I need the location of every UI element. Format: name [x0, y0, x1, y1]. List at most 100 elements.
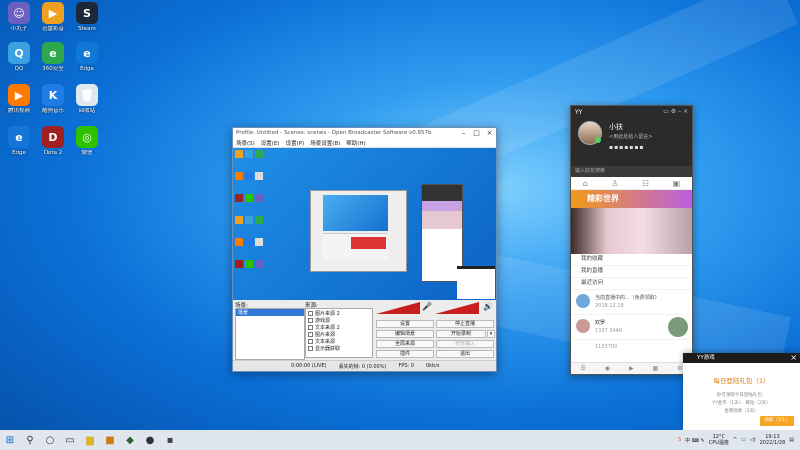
message-item[interactable]: 欢罗 1337 3446 — [571, 315, 692, 340]
source-checkbox[interactable] — [308, 311, 313, 316]
scenes-list[interactable]: 场景 — [235, 308, 305, 360]
video-icon[interactable]: ▶ — [629, 365, 634, 372]
sources-list[interactable]: 图片来源 2 游戏源 文本来源 2 图片来源 文本来源 显示器获取 — [305, 308, 373, 358]
list-item[interactable]: 我的直播 — [571, 266, 692, 278]
network-icon[interactable]: ▭ — [741, 437, 746, 443]
speaker-icon[interactable]: 🔊 — [483, 302, 493, 311]
desktop-icon[interactable]: e Edge — [2, 126, 36, 157]
desktop-icon[interactable]: e Edge — [70, 42, 104, 73]
claim-button[interactable]: 领取（1/1） — [760, 416, 794, 426]
search-icon[interactable]: ⚲ — [20, 430, 40, 450]
menu-item[interactable]: 设置(E) — [261, 139, 280, 147]
desktop-icon-label: 小丸子 — [10, 26, 28, 32]
username[interactable]: 小扶 — [609, 122, 623, 132]
source-item[interactable]: 图片来源 2 — [308, 310, 370, 317]
desktop-icon[interactable]: ◎ 微信 — [70, 126, 104, 157]
daily-login-popup[interactable]: YY游戏 × 每日登陆礼包（1） 你可领取今日登陆礼包： YY金币（1天）、黄钻… — [683, 353, 800, 430]
source-item[interactable]: 显示器获取 — [308, 345, 370, 352]
settings-icon[interactable]: ⚙ — [677, 365, 682, 372]
exit-button[interactable]: 退出 — [436, 350, 494, 358]
banner[interactable]: 精彩世界 — [571, 190, 692, 208]
menu-item[interactable]: 帮助(H) — [346, 139, 365, 147]
desktop-icon[interactable]: K 酷狗音乐 — [36, 84, 70, 115]
taskbar-app-icon[interactable]: ■ — [100, 430, 120, 450]
source-item[interactable]: 文本来源 2 — [308, 324, 370, 331]
source-item[interactable]: 游戏源 — [308, 317, 370, 324]
menu-item[interactable]: 场景设置(B) — [310, 139, 340, 147]
global-sources-button[interactable]: 全局来源 — [376, 340, 434, 348]
mic-volume-meter[interactable] — [376, 301, 421, 315]
edit-scene-button[interactable]: 编辑场景 — [376, 330, 434, 338]
search-input[interactable]: 输入好友搜索 — [571, 166, 692, 177]
signature[interactable]: <用此处给人留言> — [609, 133, 652, 140]
volume-icon[interactable]: ◁) — [750, 437, 756, 443]
plugins-button[interactable]: 插件 — [376, 350, 434, 358]
list-item[interactable]: 最近访问 — [571, 278, 692, 290]
close-icon[interactable]: × — [790, 353, 797, 363]
message-item[interactable]: 当前直播中的...（免费领取） 2018.12.18 — [571, 290, 692, 315]
source-item[interactable]: 图片来源 — [308, 331, 370, 338]
tab-recent-icon[interactable]: ▣ — [673, 179, 681, 188]
maximize-icon[interactable]: □ — [470, 129, 483, 137]
obs-titlebar[interactable]: Profile: Untitled - Scenes: scenes - Ope… — [233, 128, 496, 138]
message-item[interactable]: 1133700 — [571, 340, 692, 356]
message-text: 1133700 — [595, 344, 618, 350]
yy-window[interactable]: YY ▭ ⚙ – × 小扶 <用此处给人留言> ▪▪▪▪▪▪▪ 输入好友搜索 ⌂… — [570, 105, 693, 375]
source-checkbox[interactable] — [308, 318, 313, 323]
clock[interactable]: 19:13 2022/1/28 — [760, 434, 786, 446]
popup-title: 每日登陆礼包（1） — [713, 377, 770, 385]
stop-stream-button[interactable]: 停止直播 — [436, 320, 494, 328]
obs-preview[interactable] — [233, 148, 496, 300]
source-item[interactable]: 文本来源 — [308, 338, 370, 345]
desktop-icon[interactable]: e 360安全 — [36, 42, 70, 73]
weather-widget[interactable]: 12°C CPU温度 — [709, 434, 729, 446]
desktop-icon[interactable]: S Steam — [70, 2, 104, 33]
obs-window[interactable]: Profile: Untitled - Scenes: scenes - Ope… — [232, 127, 497, 372]
desktop-icon[interactable]: Q QQ — [2, 42, 36, 73]
menu-item[interactable]: 场景(S) — [236, 139, 255, 147]
tab-contacts-icon[interactable]: ♙ — [611, 179, 618, 188]
desktop-icon[interactable]: ☺ 小丸子 — [2, 2, 36, 33]
chevron-up-icon[interactable]: ^ — [733, 437, 737, 443]
cortana-icon[interactable]: ○ — [40, 430, 60, 450]
app-icon[interactable]: ▦ — [652, 365, 658, 372]
settings-button[interactable]: 设置 — [376, 320, 434, 328]
record-dropdown-button[interactable]: ▾ — [487, 330, 495, 338]
source-checkbox[interactable] — [308, 332, 313, 337]
task-view-icon[interactable]: ▭ — [60, 430, 80, 450]
taskbar-app-icon[interactable]: ▪ — [160, 430, 180, 450]
yy-window-controls[interactable]: ▭ ⚙ – × — [663, 108, 688, 115]
app-icon: ▶ — [42, 2, 64, 24]
taskbar-app-icon[interactable]: ◆ — [120, 430, 140, 450]
scene-item[interactable]: 场景 — [236, 309, 304, 316]
preview-disabled-button[interactable]: 预览输入 — [436, 340, 494, 348]
tab-groups-icon[interactable]: ☷ — [642, 179, 649, 188]
start-button[interactable]: ⊞ — [0, 430, 20, 450]
source-checkbox[interactable] — [308, 325, 313, 330]
online-status-icon[interactable] — [595, 137, 601, 143]
tray-icons[interactable]: 中 ⌨ ✎ — [685, 437, 705, 444]
desktop-icon[interactable]: ▶ 腾讯视频 — [2, 84, 36, 115]
popup-line: 你可领取今日登陆礼包： — [716, 393, 767, 398]
close-icon[interactable]: × — [483, 129, 496, 137]
desktop-volume-meter[interactable] — [435, 301, 480, 315]
list-item[interactable]: 我的收藏 — [571, 254, 692, 266]
source-checkbox[interactable] — [308, 339, 313, 344]
banner-image[interactable] — [571, 208, 692, 254]
menu-icon[interactable]: ☰ — [580, 365, 585, 372]
notification-icon[interactable]: ▤ — [789, 437, 794, 443]
minimize-icon[interactable]: – — [457, 129, 470, 137]
source-checkbox[interactable] — [308, 346, 313, 351]
tab-home-icon[interactable]: ⌂ — [583, 179, 588, 188]
start-record-button[interactable]: 开始录制 — [436, 330, 486, 338]
desktop-icon[interactable]: 🗑 回收站 — [70, 84, 104, 115]
game-icon[interactable]: ◉ — [605, 365, 610, 372]
menu-item[interactable]: 设置(P) — [286, 139, 305, 147]
obs-taskbar-icon[interactable]: ● — [140, 430, 160, 450]
desktop-icon[interactable]: ▶ 迅雷影音 — [36, 2, 70, 33]
file-explorer-icon[interactable]: ▆ — [80, 430, 100, 450]
sogou-icon[interactable]: S — [678, 437, 681, 443]
mic-icon[interactable]: 🎤 — [422, 302, 432, 311]
status-badges: ▪▪▪▪▪▪▪ — [609, 144, 645, 151]
desktop-icon[interactable]: D Dota 2 — [36, 126, 70, 157]
